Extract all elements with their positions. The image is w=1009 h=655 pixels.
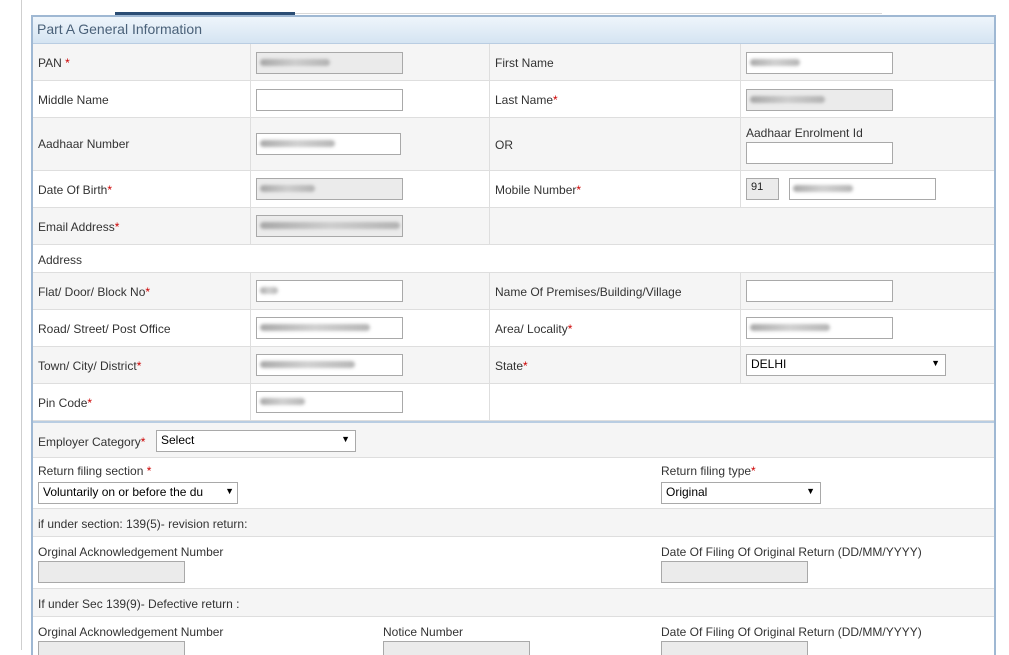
flat-label: Flat/ Door/ Block No*	[38, 285, 151, 299]
mobile-input[interactable]	[789, 178, 936, 200]
middle-name-input[interactable]	[256, 89, 403, 111]
pan-label: PAN *	[38, 56, 70, 70]
tab-strip-line	[295, 13, 882, 14]
general-info-panel: Part A General Information PAN * First N…	[31, 15, 996, 655]
chevron-down-icon: ▼	[806, 486, 815, 496]
flat-input[interactable]	[256, 280, 403, 302]
row-return-filing: Return filing section * Voluntarily on o…	[33, 458, 994, 509]
defective-note: If under Sec 139(9)- Defective return :	[38, 597, 240, 611]
first-name-label: First Name	[495, 56, 554, 70]
employer-category-select[interactable]: Select ▼	[156, 430, 356, 452]
first-name-input[interactable]	[746, 52, 893, 74]
pin-label: Pin Code*	[38, 396, 93, 410]
town-input[interactable]	[256, 354, 403, 376]
premises-input[interactable]	[746, 280, 893, 302]
return-type-label: Return filing type*	[661, 464, 756, 478]
dob-label: Date Of Birth*	[38, 183, 113, 197]
last-name-input[interactable]	[746, 89, 893, 111]
chevron-down-icon: ▼	[931, 358, 940, 368]
road-label: Road/ Street/ Post Office	[38, 322, 171, 336]
employer-category-label: Employer Category*	[38, 435, 146, 449]
premises-label: Name Of Premises/Building/Village	[495, 285, 682, 299]
state-select[interactable]: DELHI ▼	[746, 354, 946, 376]
email-input[interactable]	[256, 215, 403, 237]
notice-number-input[interactable]	[383, 641, 530, 655]
original-date-label: Date Of Filing Of Original Return (DD/MM…	[661, 545, 922, 559]
panel-header: Part A General Information	[33, 17, 994, 44]
dob-input[interactable]	[256, 178, 403, 200]
row-original-ack: Orginal Acknowledgement Number Date Of F…	[33, 537, 994, 589]
employer-category-value: Select	[161, 433, 195, 447]
row-address-heading: Address	[33, 245, 994, 273]
defective-date-input[interactable]	[661, 641, 808, 655]
defective-date-label: Date Of Filing Of Original Return (DD/MM…	[661, 625, 922, 639]
last-name-label: Last Name*	[495, 93, 558, 107]
original-ack-input[interactable]	[38, 561, 185, 583]
aadhaar-input[interactable]	[256, 133, 401, 155]
return-type-select[interactable]: Original ▼	[661, 482, 821, 504]
row-dob: Date Of Birth* Mobile Number* 91	[33, 171, 994, 208]
address-heading: Address	[38, 253, 83, 267]
state-select-value: DELHI	[751, 357, 787, 371]
chevron-down-icon: ▼	[341, 434, 350, 444]
return-type-value: Original	[666, 485, 708, 499]
return-section-select[interactable]: Voluntarily on or before the du ▼	[38, 482, 238, 504]
panel-title: Part A General Information	[37, 21, 202, 37]
chevron-down-icon: ▼	[225, 486, 234, 496]
row-middle-name: Middle Name Last Name*	[33, 81, 994, 118]
aadhaar-enrolment-input[interactable]	[746, 142, 893, 164]
or-label: OR	[495, 138, 513, 152]
original-date-input[interactable]	[661, 561, 808, 583]
row-aadhaar: Aadhaar Number OR Aadhaar Enrolment Id	[33, 118, 994, 171]
pin-input[interactable]	[256, 391, 403, 413]
page-left-rule	[21, 0, 22, 650]
revision-note: if under section: 139(5)- revision retur…	[38, 517, 248, 531]
middle-name-label: Middle Name	[38, 93, 109, 107]
row-pan: PAN * First Name	[33, 44, 994, 81]
mobile-label: Mobile Number*	[495, 183, 582, 197]
aadhaar-enrolment-label: Aadhaar Enrolment Id	[746, 126, 863, 140]
row-revision-note: if under section: 139(5)- revision retur…	[33, 509, 994, 537]
state-label: State*	[495, 359, 528, 373]
return-section-value: Voluntarily on or before the du	[43, 485, 204, 499]
original-ack-label: Orginal Acknowledgement Number	[38, 545, 224, 559]
row-town: Town/ City/ District* State* DELHI ▼	[33, 347, 994, 384]
row-flat: Flat/ Door/ Block No* Name Of Premises/B…	[33, 273, 994, 310]
row-defective-fields: Orginal Acknowledgement Number Notice Nu…	[33, 617, 994, 655]
notice-number-label: Notice Number	[383, 625, 464, 639]
defective-ack-label: Orginal Acknowledgement Number	[38, 625, 224, 639]
row-defective-note: If under Sec 139(9)- Defective return :	[33, 589, 994, 617]
town-label: Town/ City/ District*	[38, 359, 142, 373]
aadhaar-label: Aadhaar Number	[38, 137, 130, 151]
pan-input[interactable]	[256, 52, 403, 74]
row-road: Road/ Street/ Post Office Area/ Locality…	[33, 310, 994, 347]
road-input[interactable]	[256, 317, 403, 339]
mobile-country-code[interactable]: 91	[746, 178, 779, 200]
return-section-label: Return filing section *	[38, 464, 152, 478]
row-employer-category: Employer Category* Select ▼	[33, 423, 994, 458]
area-label: Area/ Locality*	[495, 322, 573, 336]
defective-ack-input[interactable]	[38, 641, 185, 655]
email-label: Email Address*	[38, 220, 120, 234]
area-input[interactable]	[746, 317, 893, 339]
row-pin: Pin Code*	[33, 384, 994, 421]
row-email: Email Address*	[33, 208, 994, 245]
